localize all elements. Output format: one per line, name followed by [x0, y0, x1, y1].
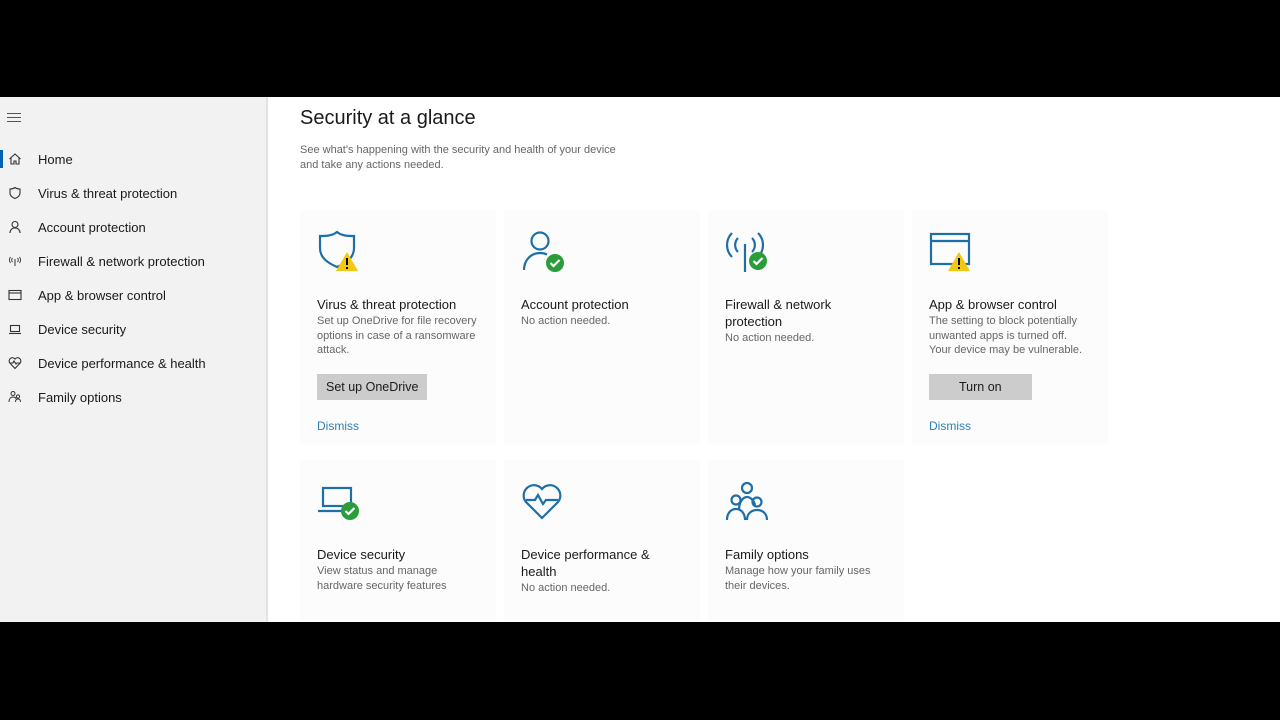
- sidebar-item-label: Device performance & health: [38, 355, 206, 371]
- card-account-protection[interactable]: Account protection No action needed.: [504, 210, 700, 445]
- sidebar-item-family[interactable]: Family options: [0, 380, 266, 414]
- dismiss-link[interactable]: Dismiss: [929, 419, 1091, 433]
- set-up-onedrive-button[interactable]: Set up OneDrive: [317, 373, 428, 400]
- sidebar-item-label: Family options: [38, 389, 122, 405]
- card-description: View status and manage hardware security…: [317, 565, 447, 592]
- sidebar-item-performance[interactable]: Device performance & health: [0, 346, 266, 380]
- sidebar-item-label: Account protection: [38, 219, 146, 235]
- card-device-security[interactable]: Device security View status and manage h…: [300, 460, 496, 622]
- laptop-check-icon: [318, 486, 359, 520]
- dismiss-link[interactable]: Dismiss: [317, 419, 479, 433]
- card-title: App & browser control: [929, 297, 1057, 312]
- card-description: Manage how your family uses their device…: [725, 565, 871, 592]
- shield-icon: [9, 186, 21, 200]
- antenna-icon: [9, 256, 21, 266]
- sidebar-item-label: Virus & threat protection: [38, 185, 178, 201]
- card-firewall[interactable]: Firewall & network protection No action …: [708, 210, 904, 445]
- sidebar-item-label: Device security: [38, 321, 127, 337]
- card-title: Virus & threat protection: [317, 297, 457, 312]
- page-subtitle: See what's happening with the security a…: [300, 144, 616, 171]
- sidebar-item-label: Firewall & network protection: [38, 253, 205, 269]
- card-family-options[interactable]: Family options Manage how your family us…: [708, 460, 904, 622]
- heart-icon: [8, 357, 22, 370]
- sidebar-item-virus[interactable]: Virus & threat protection: [0, 176, 266, 210]
- sidebar-item-firewall[interactable]: Firewall & network protection: [0, 244, 266, 278]
- sidebar-item-account[interactable]: Account protection: [0, 210, 266, 244]
- main-content: Security at a glance See what's happenin…: [268, 97, 1280, 622]
- heart-pulse-icon: [522, 484, 562, 520]
- browser-window-icon: [8, 289, 22, 301]
- turn-on-button[interactable]: Turn on: [929, 373, 1032, 400]
- windows-security-window: Home Virus & threat protection Account p…: [0, 97, 1280, 622]
- shield-warning-icon: [318, 230, 358, 271]
- card-title: Device security: [317, 547, 406, 562]
- menu-icon[interactable]: [7, 113, 21, 123]
- person-icon: [9, 220, 21, 234]
- sidebar-item-app-browser[interactable]: App & browser control: [0, 278, 266, 312]
- card-title: Device performance & health: [521, 547, 650, 579]
- antenna-check-icon: [725, 232, 767, 272]
- sidebar-item-device-security[interactable]: Device security: [0, 312, 266, 346]
- card-title: Family options: [725, 547, 809, 562]
- sidebar: Home Virus & threat protection Account p…: [0, 97, 268, 622]
- card-device-performance[interactable]: Device performance & health No action ne…: [504, 460, 700, 622]
- card-app-browser[interactable]: App & browser control The setting to blo…: [912, 210, 1108, 445]
- person-check-icon: [522, 231, 564, 272]
- sidebar-item-label: Home: [38, 151, 73, 167]
- card-description: Set up OneDrive for file recovery option…: [317, 315, 477, 356]
- sidebar-item-label: App & browser control: [38, 287, 166, 303]
- card-virus-threat[interactable]: Virus & threat protection Set up OneDriv…: [300, 210, 496, 445]
- family-icon: [8, 391, 21, 403]
- sidebar-item-home[interactable]: Home: [0, 142, 266, 176]
- card-description: The setting to block potentially unwante…: [929, 315, 1083, 356]
- card-description: No action needed.: [521, 315, 611, 327]
- laptop-icon: [9, 324, 21, 335]
- card-description: No action needed.: [725, 332, 815, 344]
- family-icon: [725, 481, 769, 521]
- home-icon: [9, 153, 21, 165]
- card-title: Firewall & network protection: [725, 297, 832, 329]
- browser-warning-icon: [929, 232, 971, 271]
- card-description: No action needed.: [521, 582, 611, 594]
- card-title: Account protection: [521, 297, 629, 312]
- page-title: Security at a glance: [300, 107, 476, 129]
